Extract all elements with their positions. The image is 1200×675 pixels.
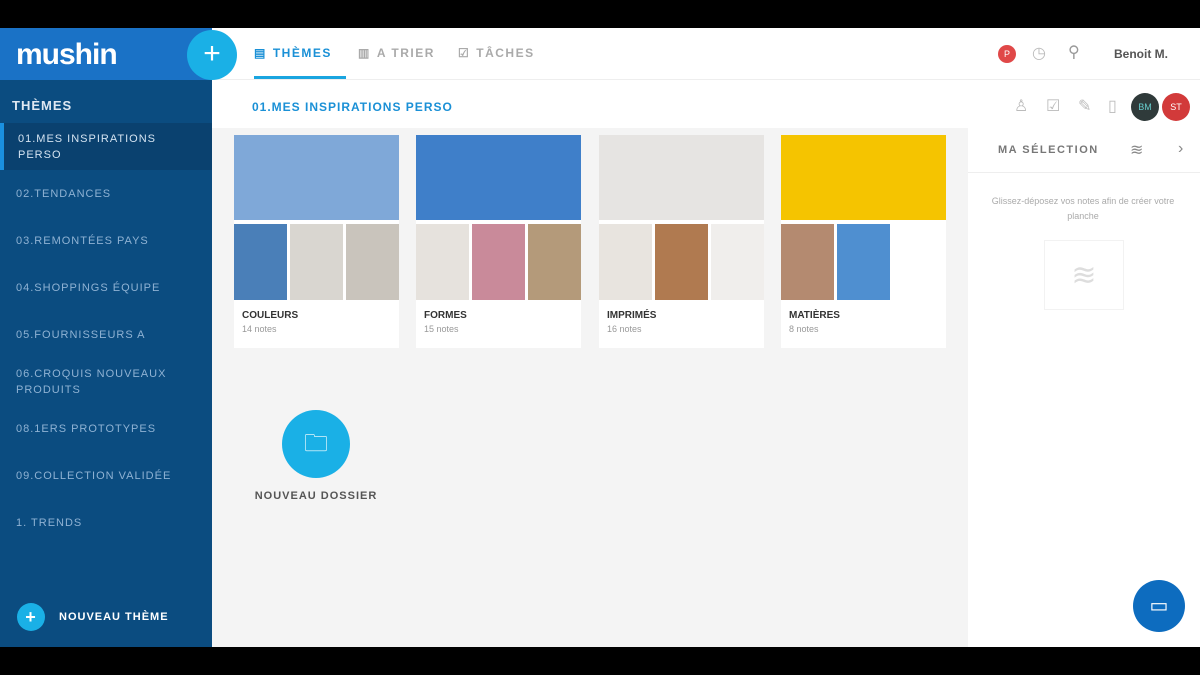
- chevron-right-icon[interactable]: ›: [1178, 140, 1183, 158]
- logo[interactable]: mushin: [0, 28, 212, 80]
- thumbnail-image: [528, 224, 581, 300]
- search-icon[interactable]: ⚲: [1068, 42, 1080, 62]
- thumbnail-image: [472, 224, 525, 300]
- top-bar: ▤ THÈMES ▥ A TRIER ☑ TÂCHES P ◷ ⚲ Benoit M.: [212, 28, 1200, 80]
- thumbnail-image: [599, 224, 652, 300]
- sidebar-item[interactable]: 08.1ERS PROTOTYPES: [0, 405, 212, 452]
- selection-title: MA SÉLECTION: [998, 144, 1099, 156]
- chat-icon[interactable]: ▭: [1133, 580, 1185, 632]
- active-tab-indicator: [254, 76, 346, 79]
- tab-a-trier[interactable]: ▥ A TRIER: [358, 46, 435, 60]
- new-folder-button[interactable]: 🗀 NOUVEAU DOSSIER: [248, 410, 384, 502]
- thumbnail-image: [781, 224, 834, 300]
- thumbnail-image: [711, 224, 764, 300]
- sidebar-item[interactable]: 01.MES INSPIRATIONS PERSO: [0, 123, 212, 170]
- trash-icon[interactable]: ▯: [1108, 96, 1117, 116]
- folder-card[interactable]: FORMES 15 notes: [416, 135, 581, 348]
- folder-cover-image: [234, 135, 399, 220]
- thumbnail-image: [655, 224, 708, 300]
- sidebar-item[interactable]: 02.TENDANCES: [0, 170, 212, 217]
- thumbnail-image: [234, 224, 287, 300]
- thumbnail-image: [893, 224, 946, 300]
- sidebar-item[interactable]: 04.SHOPPINGS ÉQUIPE: [0, 264, 212, 311]
- tab-label: A TRIER: [376, 46, 435, 60]
- folder-plus-icon: 🗀: [282, 410, 350, 478]
- tab-themes[interactable]: ▤ THÈMES: [254, 46, 332, 60]
- folder-card[interactable]: IMPRIMÉS 16 notes: [599, 135, 764, 348]
- layers-placeholder-icon: ≋: [1044, 240, 1124, 310]
- pinterest-icon[interactable]: P: [998, 45, 1016, 63]
- divider: [968, 172, 1200, 173]
- new-theme-button[interactable]: + NOUVEAU THÈME: [17, 603, 169, 631]
- breadcrumb: 01.MES INSPIRATIONS PERSO: [252, 100, 453, 114]
- thumbnail-image: [837, 224, 890, 300]
- tab-label: TÂCHES: [476, 46, 535, 60]
- breadcrumb-bar: 01.MES INSPIRATIONS PERSO ♙ ☑ ✎ ▯ BM ST: [212, 80, 1200, 128]
- folder-count: 15 notes: [424, 324, 459, 334]
- folder-cover-image: [781, 135, 946, 220]
- sidebar-item[interactable]: 05.FOURNISSEURS A: [0, 311, 212, 358]
- sidebar-item[interactable]: 03.REMONTÉES PAYS: [0, 217, 212, 264]
- folder-cover-image: [416, 135, 581, 220]
- thumbnail-image: [416, 224, 469, 300]
- tab-taches[interactable]: ☑ TÂCHES: [458, 46, 535, 60]
- new-folder-label: NOUVEAU DOSSIER: [254, 490, 378, 502]
- selection-panel: MA SÉLECTION ≋ › Glissez-déposez vos not…: [968, 128, 1200, 647]
- tab-label: THÈMES: [272, 46, 332, 60]
- user-add-icon[interactable]: ♙: [1014, 96, 1028, 116]
- sidebar-title: THÈMES: [12, 98, 73, 113]
- inbox-icon: ▥: [358, 46, 371, 60]
- add-button[interactable]: +: [187, 30, 237, 80]
- sidebar-item[interactable]: 09.COLLECTION VALIDÉE: [0, 452, 212, 499]
- sidebar-item[interactable]: 06.CROQUIS NOUVEAUX PRODUITS: [0, 358, 212, 405]
- folder-count: 16 notes: [607, 324, 642, 334]
- pencil-icon[interactable]: ✎: [1078, 96, 1091, 116]
- avatar[interactable]: BM: [1131, 93, 1159, 121]
- calendar-icon: ▤: [254, 46, 267, 60]
- clock-icon[interactable]: ◷: [1032, 43, 1046, 63]
- checkbox-icon[interactable]: ☑: [1046, 96, 1060, 116]
- edit-icon: ☑: [458, 46, 471, 60]
- sidebar-item[interactable]: 1. TRENDS: [0, 499, 212, 546]
- folder-count: 14 notes: [242, 324, 277, 334]
- sidebar: mushin THÈMES 01.MES INSPIRATIONS PERSO …: [0, 28, 212, 647]
- layers-icon[interactable]: ≋: [1130, 140, 1143, 160]
- folder-card[interactable]: COULEURS 14 notes: [234, 135, 399, 348]
- user-menu[interactable]: Benoit M.: [1114, 47, 1168, 61]
- folder-card[interactable]: MATIÈRES 8 notes: [781, 135, 946, 348]
- folder-cover-image: [599, 135, 764, 220]
- folder-name: MATIÈRES: [789, 310, 840, 321]
- folder-name: COULEURS: [242, 310, 299, 321]
- thumbnail-image: [346, 224, 399, 300]
- folder-name: IMPRIMÉS: [607, 310, 657, 321]
- new-theme-label: NOUVEAU THÈME: [59, 611, 169, 623]
- selection-hint: Glissez-déposez vos notes afin de créer …: [991, 196, 1175, 221]
- plus-icon: +: [17, 603, 45, 631]
- folder-count: 8 notes: [789, 324, 819, 334]
- thumbnail-image: [290, 224, 343, 300]
- avatar[interactable]: ST: [1162, 93, 1190, 121]
- folder-name: FORMES: [424, 310, 467, 321]
